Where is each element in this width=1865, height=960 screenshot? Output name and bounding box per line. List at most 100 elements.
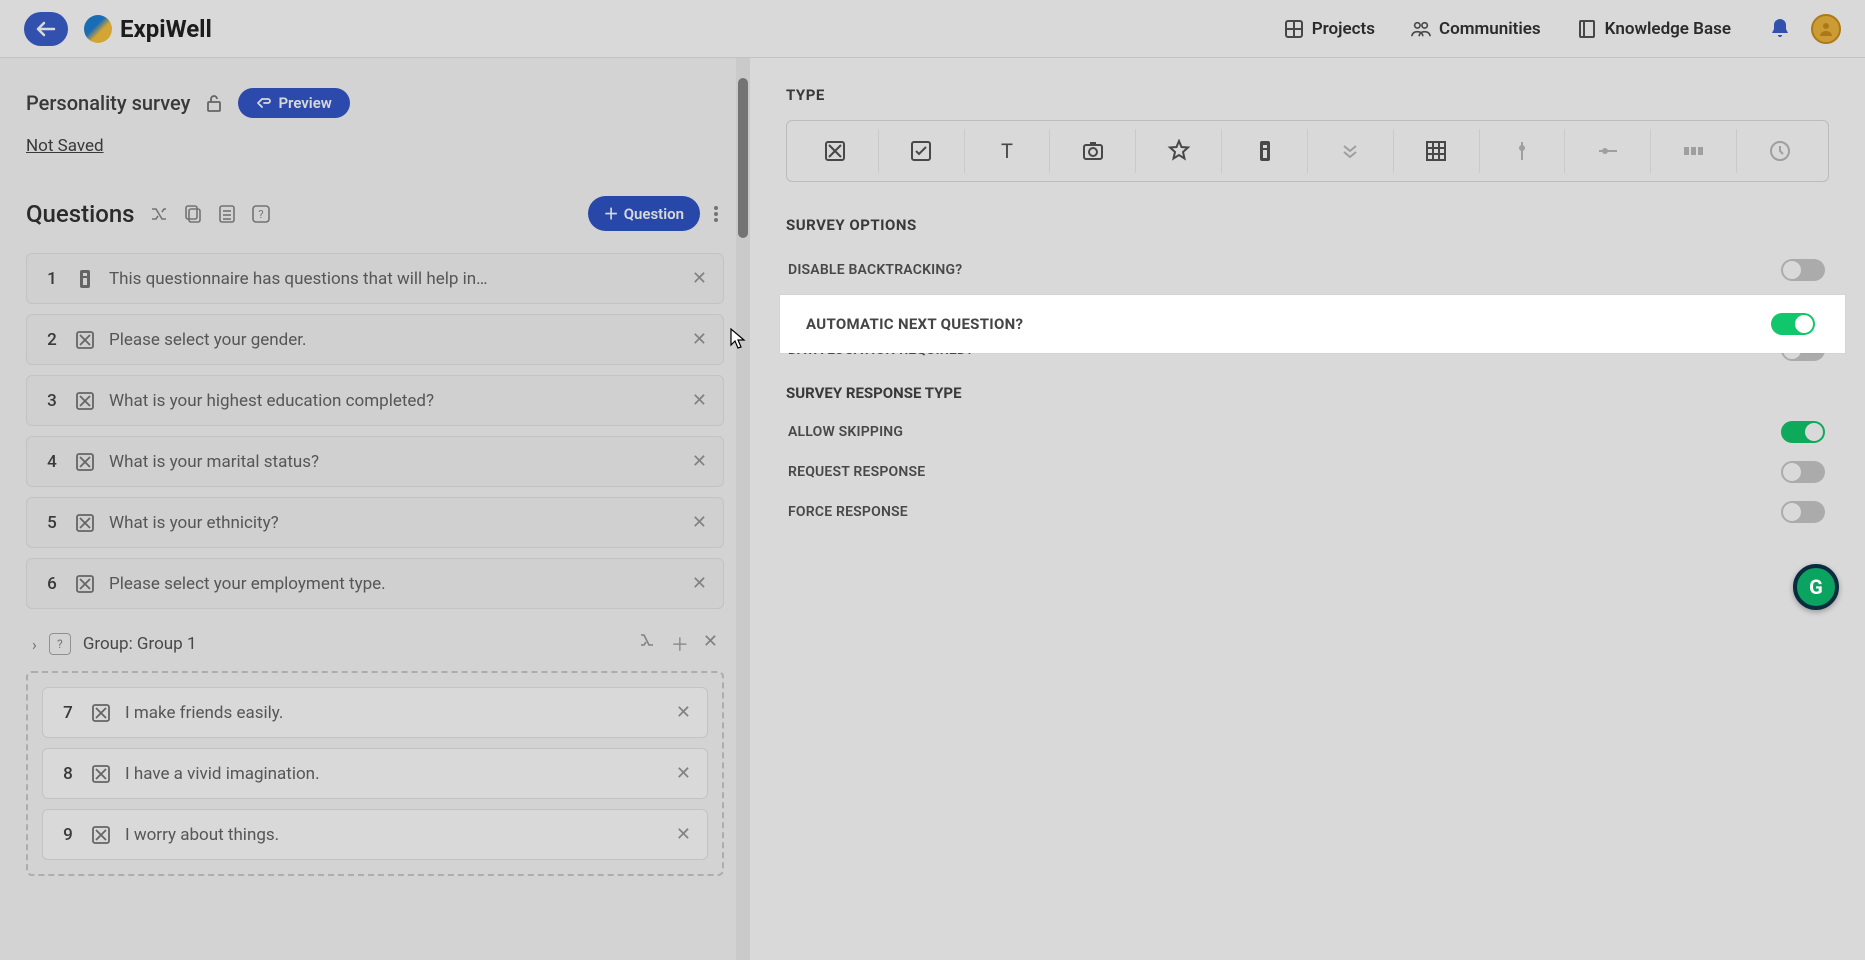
preview-icon: [256, 96, 272, 110]
option-disable-backtracking-label: DISABLE BACKTRACKING?: [788, 262, 962, 278]
question-type-icon: [91, 764, 111, 784]
question-text: Please select your employment type.: [109, 574, 678, 594]
group-shuffle-icon[interactable]: [639, 631, 657, 657]
question-number: 9: [59, 825, 77, 845]
type-nps[interactable]: [1650, 129, 1736, 173]
question-item[interactable]: 2Please select your gender.✕: [26, 314, 724, 365]
option-disable-backtracking: DISABLE BACKTRACKING?: [786, 250, 1829, 290]
question-item[interactable]: 9 I worry about things. ✕: [42, 809, 708, 860]
group-header[interactable]: › ? Group: Group 1 ＋ ✕: [26, 619, 724, 667]
avatar-icon: [1811, 14, 1841, 44]
nav-projects[interactable]: Projects: [1284, 19, 1375, 39]
remove-question-icon[interactable]: ✕: [692, 268, 707, 289]
type-matrix[interactable]: [1393, 129, 1479, 173]
arrow-left-icon: [36, 21, 56, 37]
question-type-icon: [75, 391, 95, 411]
remove-question-icon[interactable]: ✕: [676, 763, 691, 784]
copy-icon[interactable]: [181, 202, 205, 226]
question-number: 7: [59, 703, 77, 723]
shuffle-icon[interactable]: [147, 202, 171, 226]
question-text: What is your marital status?: [109, 452, 678, 472]
type-time[interactable]: [1736, 129, 1822, 173]
option-allow-skipping: ALLOW SKIPPING: [786, 412, 1829, 452]
question-item[interactable]: 8 I have a vivid imagination. ✕: [42, 748, 708, 799]
option-auto-next-label: AUTOMATIC NEXT QUESTION?: [806, 315, 1023, 333]
bell-icon: [1769, 17, 1791, 41]
people-icon: [1411, 19, 1431, 39]
notifications-button[interactable]: [1769, 17, 1791, 41]
svg-text:T: T: [1001, 139, 1013, 163]
group-remove-icon[interactable]: ✕: [703, 631, 718, 657]
question-item[interactable]: 4What is your marital status?✕: [26, 436, 724, 487]
user-menu[interactable]: [1811, 14, 1841, 44]
main: Personality survey Preview Not Saved Que…: [0, 58, 1865, 960]
question-text: What is your ethnicity?: [109, 513, 678, 533]
type-checkbox[interactable]: [878, 129, 964, 173]
svg-text:?: ?: [258, 208, 263, 221]
group-body: 7 I make friends easily. ✕ 8 I have a vivid …: [26, 671, 724, 876]
nav-knowledge[interactable]: Knowledge Base: [1577, 19, 1731, 39]
grid-icon: [1284, 19, 1304, 39]
remove-question-icon[interactable]: ✕: [692, 329, 707, 350]
remove-question-icon[interactable]: ✕: [692, 512, 707, 533]
preview-button[interactable]: Preview: [238, 88, 349, 118]
scrollbar-thumb[interactable]: [738, 78, 748, 238]
help-icon[interactable]: ?: [249, 202, 273, 226]
type-slider-horizontal[interactable]: [1564, 129, 1650, 173]
type-text[interactable]: T: [964, 129, 1050, 173]
question-text: I have a vivid imagination.: [125, 764, 662, 784]
list-icon[interactable]: [215, 202, 239, 226]
nav-knowledge-label: Knowledge Base: [1605, 19, 1731, 39]
question-type-selector: T: [786, 120, 1829, 182]
question-item[interactable]: 1 This questionnaire has questions that w…: [26, 253, 724, 304]
question-number: 8: [59, 764, 77, 784]
save-status[interactable]: Not Saved: [26, 136, 104, 156]
question-number: 1: [43, 269, 61, 289]
question-item[interactable]: 5What is your ethnicity?✕: [26, 497, 724, 548]
question-type-icon: [75, 269, 95, 289]
question-text: I make friends easily.: [125, 703, 662, 723]
group-icon: ?: [49, 633, 71, 655]
remove-question-icon[interactable]: ✕: [692, 451, 707, 472]
toggle-auto-next[interactable]: [1771, 313, 1815, 335]
unlock-icon[interactable]: [204, 93, 224, 113]
back-button[interactable]: [24, 12, 68, 46]
group-add-icon[interactable]: ＋: [671, 631, 689, 657]
remove-question-icon[interactable]: ✕: [676, 824, 691, 845]
scrollbar[interactable]: [736, 58, 750, 960]
type-dropdown[interactable]: [1307, 129, 1393, 173]
grammarly-widget-letter: G: [1809, 575, 1823, 599]
questions-overflow-menu[interactable]: [708, 206, 724, 222]
toggle-request-response[interactable]: [1781, 461, 1825, 483]
questions-panel: Personality survey Preview Not Saved Que…: [0, 58, 750, 960]
question-item[interactable]: 3What is your highest education complete…: [26, 375, 724, 426]
response-type-label: SURVEY RESPONSE TYPE: [786, 384, 1829, 402]
question-text: I worry about things.: [125, 825, 662, 845]
type-rating[interactable]: [1135, 129, 1221, 173]
questions-heading: Questions: [26, 200, 135, 228]
type-multiple-choice[interactable]: [793, 129, 878, 173]
question-type-icon: [91, 825, 111, 845]
question-text: This questionnaire has questions that wi…: [109, 269, 678, 289]
question-type-icon: [75, 574, 95, 594]
toggle-disable-backtracking[interactable]: [1781, 259, 1825, 281]
chevron-right-icon: ›: [32, 635, 37, 654]
option-request-response: REQUEST RESPONSE: [786, 452, 1829, 492]
question-item[interactable]: 6Please select your employment type.✕: [26, 558, 724, 609]
type-info[interactable]: [1221, 129, 1307, 173]
toggle-force-response[interactable]: [1781, 501, 1825, 523]
question-item[interactable]: 7 I make friends easily. ✕: [42, 687, 708, 738]
book-icon: [1577, 19, 1597, 39]
add-question-button[interactable]: ＋ Question: [588, 196, 700, 231]
remove-question-icon[interactable]: ✕: [676, 702, 691, 723]
grammarly-widget[interactable]: G: [1793, 564, 1839, 610]
remove-question-icon[interactable]: ✕: [692, 390, 707, 411]
type-photo[interactable]: [1049, 129, 1135, 173]
survey-options-label: SURVEY OPTIONS: [786, 216, 1829, 234]
toggle-allow-skipping[interactable]: [1781, 421, 1825, 443]
plus-icon: ＋: [604, 203, 619, 224]
remove-question-icon[interactable]: ✕: [692, 573, 707, 594]
settings-panel: TYPE T SURVEY OPTIONS DISABLE BACKTRACKI…: [750, 58, 1865, 960]
type-slider-vertical[interactable]: [1479, 129, 1565, 173]
nav-communities[interactable]: Communities: [1411, 19, 1541, 39]
